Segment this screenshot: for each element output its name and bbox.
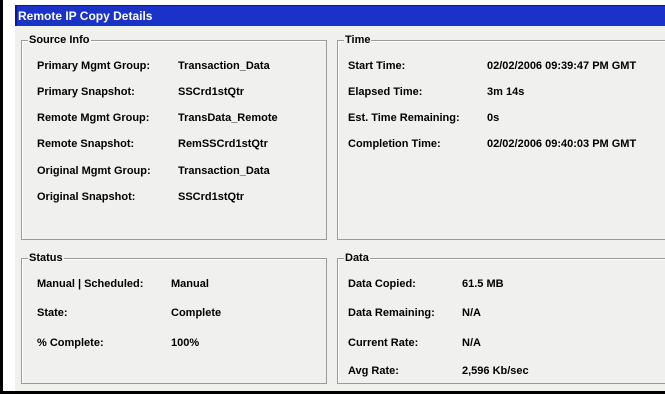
data-remaining-value: N/A bbox=[462, 307, 481, 319]
manual-scheduled-label: Manual | Scheduled: bbox=[37, 278, 144, 290]
elapsed-time-label: Elapsed Time: bbox=[348, 86, 423, 98]
start-time-value: 02/02/2006 09:39:47 PM GMT bbox=[487, 60, 637, 72]
title-bar[interactable]: Remote IP Copy Details bbox=[15, 5, 665, 26]
remote-mgmt-group-label: Remote Mgmt Group: bbox=[37, 112, 150, 124]
state-label: State: bbox=[37, 307, 68, 319]
primary-snapshot-label: Primary Snapshot: bbox=[37, 86, 135, 98]
window-title: Remote IP Copy Details bbox=[18, 9, 153, 23]
manual-scheduled-value: Manual bbox=[171, 278, 209, 290]
primary-snapshot-value: SSCrd1stQtr bbox=[178, 86, 245, 98]
remote-snapshot-value: RemSSCrd1stQtr bbox=[178, 138, 268, 150]
details-panel: Source Info Primary Mgmt Group: Transact… bbox=[15, 26, 665, 391]
est-time-remaining-label: Est. Time Remaining: bbox=[348, 112, 460, 124]
original-snapshot-label: Original Snapshot: bbox=[37, 191, 136, 203]
time-group: Time Start Time: 02/02/2006 09:39:47 PM … bbox=[337, 33, 665, 240]
current-rate-value: N/A bbox=[462, 337, 481, 349]
avg-rate-value: 2,596 Kb/sec bbox=[462, 365, 529, 377]
current-rate-label: Current Rate: bbox=[348, 337, 419, 349]
status-legend: Status bbox=[28, 251, 64, 265]
elapsed-time-value: 3m 14s bbox=[487, 86, 525, 98]
original-mgmt-group-label: Original Mgmt Group: bbox=[37, 165, 151, 177]
avg-rate-label: Avg Rate: bbox=[348, 365, 399, 377]
est-time-remaining-value: 0s bbox=[487, 112, 500, 124]
start-time-label: Start Time: bbox=[348, 60, 406, 72]
remote-ip-copy-details-window: Remote IP Copy Details Source Info Prima… bbox=[0, 0, 665, 394]
data-copied-value: 61.5 MB bbox=[462, 278, 504, 290]
primary-mgmt-group-value: Transaction_Data bbox=[178, 60, 270, 72]
original-mgmt-group-value: Transaction_Data bbox=[178, 165, 270, 177]
original-snapshot-value: SSCrd1stQtr bbox=[178, 191, 245, 203]
remote-snapshot-label: Remote Snapshot: bbox=[37, 138, 135, 150]
data-remaining-label: Data Remaining: bbox=[348, 307, 435, 319]
data-legend: Data bbox=[344, 251, 370, 265]
data-copied-label: Data Copied: bbox=[348, 278, 416, 290]
percent-complete-label: % Complete: bbox=[37, 337, 104, 349]
completion-time-value: 02/02/2006 09:40:03 PM GMT bbox=[487, 138, 637, 150]
data-group: Data Data Copied: 61.5 MB Data Remaining… bbox=[337, 251, 665, 384]
remote-mgmt-group-value: TransData_Remote bbox=[178, 112, 278, 124]
primary-mgmt-group-label: Primary Mgmt Group: bbox=[37, 60, 151, 72]
status-group: Status Manual | Scheduled: Manual State:… bbox=[21, 251, 327, 384]
time-legend: Time bbox=[344, 33, 372, 47]
source-info-group: Source Info Primary Mgmt Group: Transact… bbox=[21, 33, 327, 240]
state-value: Complete bbox=[171, 307, 222, 319]
source-info-legend: Source Info bbox=[28, 33, 91, 47]
completion-time-label: Completion Time: bbox=[348, 138, 441, 150]
percent-complete-value: 100% bbox=[171, 337, 200, 349]
